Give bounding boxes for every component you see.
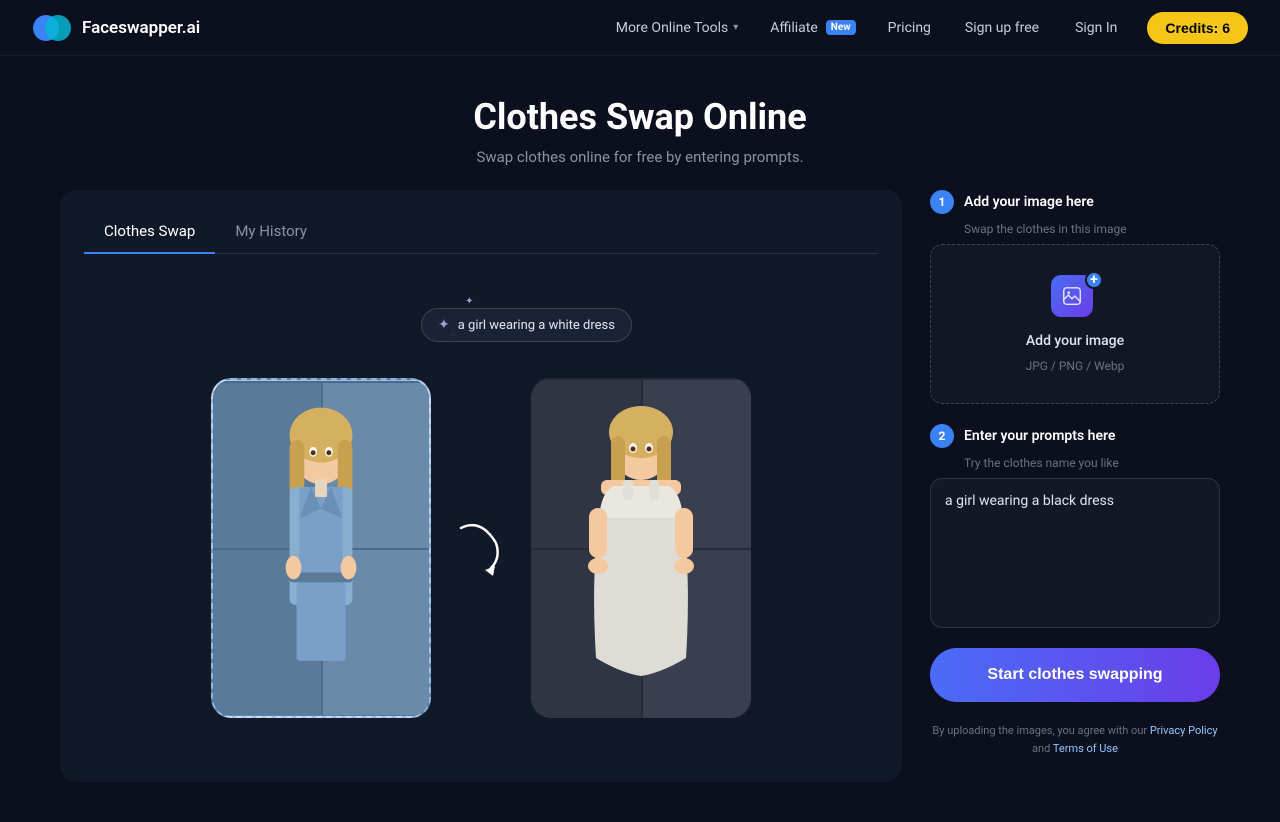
step-1-title: Add your image here <box>964 194 1094 210</box>
new-badge: New <box>826 20 856 35</box>
tabs: Clothes Swap My History <box>84 214 878 254</box>
upload-box[interactable]: + Add your image JPG / PNG / Webp <box>930 244 1220 404</box>
step-1-header: 1 Add your image here <box>930 190 1220 214</box>
prompt-bubble: ✦ a girl wearing a white dress <box>421 308 632 342</box>
step-2-section: 2 Enter your prompts here Try the clothe… <box>930 424 1220 628</box>
hero-subtitle: Swap clothes online for free by entering… <box>16 148 1264 166</box>
chevron-down-icon: ▾ <box>733 22 738 33</box>
prompt-textarea[interactable]: a girl wearing a black dress <box>930 478 1220 628</box>
step-2-header: 2 Enter your prompts here <box>930 424 1220 448</box>
navbar: Faceswapper.ai More Online Tools ▾ Affil… <box>0 0 1280 56</box>
step-2-title: Enter your prompts here <box>964 428 1115 444</box>
nav-more-tools[interactable]: More Online Tools ▾ <box>604 14 751 42</box>
start-button[interactable]: Start clothes swapping <box>930 648 1220 702</box>
nav-pricing[interactable]: Pricing <box>876 14 943 42</box>
left-panel: Clothes Swap My History ✦ + • ✦ a girl w… <box>60 190 902 782</box>
privacy-policy-link[interactable]: Privacy Policy <box>1150 724 1218 737</box>
nav-signin[interactable]: Sign In <box>1061 14 1131 42</box>
upload-icon-wrap: + <box>1051 275 1099 323</box>
step-1-section: 1 Add your image here Swap the clothes i… <box>930 190 1220 404</box>
step-1-subtitle: Swap the clothes in this image <box>964 222 1220 236</box>
plus-icon: + <box>1085 271 1103 289</box>
upload-formats: JPG / PNG / Webp <box>1026 359 1125 373</box>
hero-section: Clothes Swap Online Swap clothes online … <box>0 56 1280 190</box>
logo-icon <box>32 8 72 48</box>
terms-link[interactable]: Terms of Use <box>1053 742 1118 755</box>
legal-text: By uploading the images, you agree with … <box>930 722 1220 757</box>
sparkle-icon: ✦ <box>465 296 473 307</box>
navbar-links: More Online Tools ▾ Affiliate New Pricin… <box>604 12 1248 44</box>
image-icon <box>1061 285 1083 307</box>
after-figure <box>531 378 751 718</box>
before-image-card <box>211 378 431 718</box>
logo[interactable]: Faceswapper.ai <box>32 8 200 48</box>
tab-clothes-swap[interactable]: Clothes Swap <box>84 214 215 254</box>
arrow-connector <box>451 508 511 588</box>
tab-my-history[interactable]: My History <box>215 214 327 254</box>
before-figure <box>213 380 429 716</box>
demo-area: ✦ + • ✦ a girl wearing a white dress <box>84 278 878 758</box>
page-title: Clothes Swap Online <box>16 96 1264 138</box>
logo-text: Faceswapper.ai <box>82 18 200 38</box>
after-image-card <box>531 378 751 718</box>
arrow-icon <box>451 508 511 588</box>
right-panel: 1 Add your image here Swap the clothes i… <box>930 190 1220 757</box>
star-icon: ✦ <box>438 317 450 333</box>
main-content: Clothes Swap My History ✦ + • ✦ a girl w… <box>0 190 1280 822</box>
nav-affiliate[interactable]: Affiliate New <box>758 14 867 42</box>
step-2-subtitle: Try the clothes name you like <box>964 456 1220 470</box>
step-2-number: 2 <box>930 424 954 448</box>
step-1-number: 1 <box>930 190 954 214</box>
images-container <box>211 378 751 718</box>
credits-button[interactable]: Credits: 6 <box>1147 12 1248 44</box>
nav-signup[interactable]: Sign up free <box>951 14 1053 42</box>
upload-label: Add your image <box>1026 333 1124 349</box>
prompt-bubble-text: a girl wearing a white dress <box>458 318 615 333</box>
